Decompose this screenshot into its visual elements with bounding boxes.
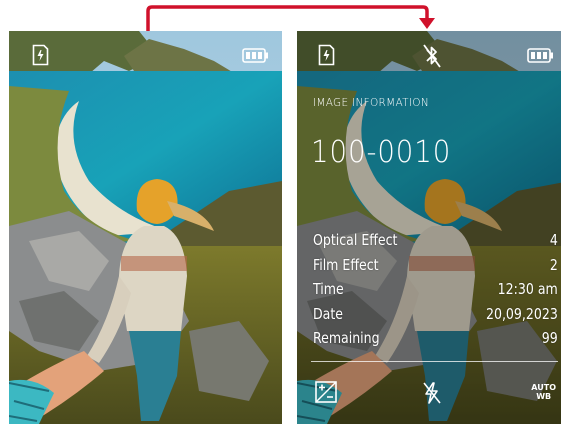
info-row-date: Date 20,09,2023 — [313, 305, 558, 330]
flash-off-icon — [422, 381, 442, 405]
info-label: Remaining — [313, 329, 380, 347]
exposure-compensation-icon — [315, 381, 337, 403]
info-value: 99 — [542, 329, 558, 347]
info-row-optical-effect: Optical Effect 4 — [313, 231, 558, 256]
camera-screen-live-view — [9, 31, 282, 424]
info-row-time: Time 12:30 am — [313, 280, 558, 305]
auto-white-balance-indicator: AUTO WB — [531, 383, 556, 401]
image-number: 100-0010 — [311, 135, 452, 170]
bluetooth-off-icon — [422, 43, 442, 69]
sd-card-icon — [32, 44, 49, 66]
info-value: 4 — [550, 231, 558, 249]
sd-card-icon — [318, 44, 335, 66]
info-label: Film Effect — [313, 255, 379, 274]
info-value: 20,09,2023 — [486, 304, 558, 323]
info-label: Time — [313, 280, 344, 298]
info-list: Optical Effect 4 Film Effect 2 Time 12:3… — [313, 231, 558, 354]
info-value: 2 — [550, 255, 558, 274]
wb-line-2: WB — [536, 392, 552, 401]
divider — [311, 361, 558, 362]
landscape-photo — [9, 31, 282, 424]
info-heading: IMAGE INFORMATION — [313, 97, 429, 109]
info-overlay — [297, 31, 561, 424]
battery-icon — [527, 48, 554, 63]
info-label: Date — [313, 304, 344, 323]
camera-screen-image-information: IMAGE INFORMATION 100-0010 Optical Effec… — [297, 31, 561, 424]
info-label: Optical Effect — [313, 231, 398, 249]
battery-icon — [242, 48, 269, 63]
wb-line-1: AUTO — [531, 383, 556, 392]
info-row-remaining: Remaining 99 — [313, 329, 558, 354]
info-row-film-effect: Film Effect 2 — [313, 256, 558, 281]
info-value: 12:30 am — [497, 280, 558, 298]
